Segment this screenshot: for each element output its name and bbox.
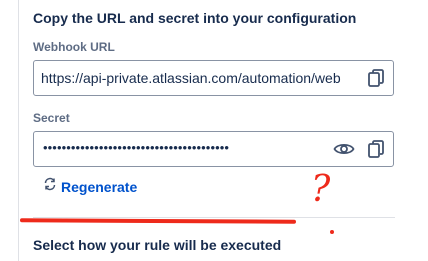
secret-field[interactable]: •••••••••••••••••••••••••••••••••••••••• (33, 131, 394, 167)
refresh-icon (43, 177, 57, 196)
regenerate-button[interactable]: Regenerate (43, 177, 137, 196)
webhook-url-field[interactable]: https://api-private.atlassian.com/automa… (33, 60, 394, 96)
execution-heading: Select how your rule will be executed (33, 237, 282, 253)
webhook-url-value[interactable]: https://api-private.atlassian.com/automa… (41, 70, 359, 86)
annotation-question-mark: ? (311, 169, 331, 210)
copy-icon[interactable] (365, 138, 387, 160)
secret-label: Secret (33, 111, 70, 125)
copy-icon[interactable] (365, 67, 387, 89)
regenerate-label[interactable]: Regenerate (61, 179, 137, 195)
annotation-dot (330, 230, 334, 234)
webhook-url-label: Webhook URL (33, 40, 115, 54)
secret-masked-value[interactable]: •••••••••••••••••••••••••••••••••••••••• (43, 140, 301, 155)
section-heading: Copy the URL and secret into your config… (33, 10, 357, 26)
eye-icon[interactable] (333, 138, 355, 160)
